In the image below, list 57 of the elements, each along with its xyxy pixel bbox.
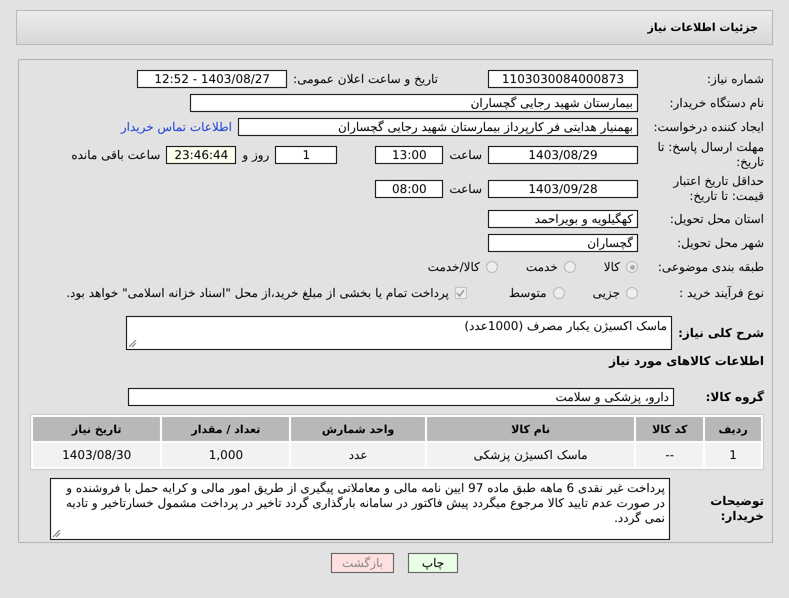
contact-link[interactable]: اطلاعات تماس خریدار: [120, 120, 232, 134]
field-label: نام دستگاه خریدار:: [668, 96, 764, 110]
treasury-checkbox[interactable]: پرداخت تمام یا بخشی از مبلغ خرید،از محل "اسناد خزانه اسلامی" خواهد بود.: [66, 286, 467, 300]
field-label: ساعت باقی مانده: [71, 148, 160, 162]
field-label: طبقه بندی موضوعی:: [656, 260, 764, 274]
section-title: اطلاعات کالاهای مورد نیاز: [608, 354, 764, 368]
field-label: روز و: [242, 148, 270, 162]
field-label: مهلت ارسال پاسخ: تا تاریخ:: [656, 140, 764, 170]
field-label: شماره نیاز:: [706, 72, 764, 86]
resize-grip-icon[interactable]: [52, 529, 61, 538]
validity-date-field: 1403/09/28: [488, 180, 638, 198]
page-title: جزئیات اطلاعات نیاز: [648, 21, 758, 34]
check-icon: [456, 289, 466, 297]
field-label: ساعت: [449, 182, 482, 196]
table-cell: عدد: [291, 443, 425, 467]
field-label: تاریخ و ساعت اعلان عمومی:: [293, 72, 438, 86]
field-label: نوع فرآیند خرید :: [678, 286, 764, 300]
process-radio[interactable]: جزیی: [592, 286, 638, 300]
city-field: گچساران: [488, 234, 638, 252]
category-radio[interactable]: کالا/خدمت: [428, 260, 498, 274]
remaining-time-field: 23:46:44: [166, 146, 236, 164]
column-header: واحد شمارش: [291, 417, 425, 441]
field-label: توضیحات خریدار:: [709, 494, 764, 524]
buyer-notes-field[interactable]: پرداخت غیر نقدی 6 ماهه طبق ماده 97 ایین نامه مالی و معاملاتی پیگیری از طریق امور مالی و کرایه حمل با فروشنده و در صورت عدم تایید کالا مرجوع میگردد پیش فاکتور در سامانه بارگذاری گردد تاخیر در پرداخت مشمول خسارتاخیر و تادیه نمی گردد.: [50, 478, 670, 540]
description-field[interactable]: ماسک اکسیژن یکبار مصرف (1000عدد): [126, 316, 672, 350]
table-cell: 1,000: [162, 443, 290, 467]
category-radio[interactable]: کالا: [604, 260, 638, 274]
field-label: شرح کلی نیاز:: [677, 326, 764, 340]
column-header: ردیف: [705, 417, 761, 441]
deadline-time-field: 13:00: [375, 146, 444, 164]
column-header: تاریخ نیاز: [33, 417, 160, 441]
column-header: نام کالا: [426, 417, 634, 441]
field-label: شهر محل تحویل:: [676, 236, 764, 250]
table-cell: 1: [705, 443, 761, 467]
buyer-org-field: بیمارستان شهید رجایی گچساران: [190, 94, 638, 112]
goods-group-field: دارو، پزشکی و سلامت: [128, 388, 674, 406]
field-label: ایجاد کننده درخواست:: [652, 120, 764, 134]
province-field: کهگیلویه و بویراحمد: [488, 210, 638, 228]
announce-date-field: 1403/08/27 - 12:52: [137, 70, 288, 88]
requester-field: بهمنیار هدایتی فر کارپرداز بیمارستان شهید رجایی گچساران: [238, 118, 638, 136]
field-label: ساعت: [449, 148, 482, 162]
print-button[interactable]: چاپ: [408, 553, 458, 573]
field-label: حداقل تاریخ اعتبار قیمت: تا تاریخ:: [672, 174, 764, 204]
need-number-field: 1103030084000873: [488, 70, 638, 88]
column-header: تعداد / مقدار: [162, 417, 290, 441]
category-radio[interactable]: خدمت: [526, 260, 576, 274]
resize-grip-icon[interactable]: [128, 339, 137, 348]
process-radio[interactable]: متوسط: [508, 286, 565, 300]
days-field: 1: [275, 146, 338, 164]
validity-time-field: 08:00: [375, 180, 444, 198]
field-label: استان محل تحویل:: [668, 212, 764, 226]
table-cell: ماسک اکسیژن پزشکی: [426, 443, 634, 467]
column-header: کد کالا: [636, 417, 704, 441]
field-label: گروه کالا:: [704, 390, 764, 404]
table-cell: 1403/08/30: [33, 443, 160, 467]
deadline-date-field: 1403/08/29: [488, 146, 638, 164]
table-cell: --: [636, 443, 704, 467]
